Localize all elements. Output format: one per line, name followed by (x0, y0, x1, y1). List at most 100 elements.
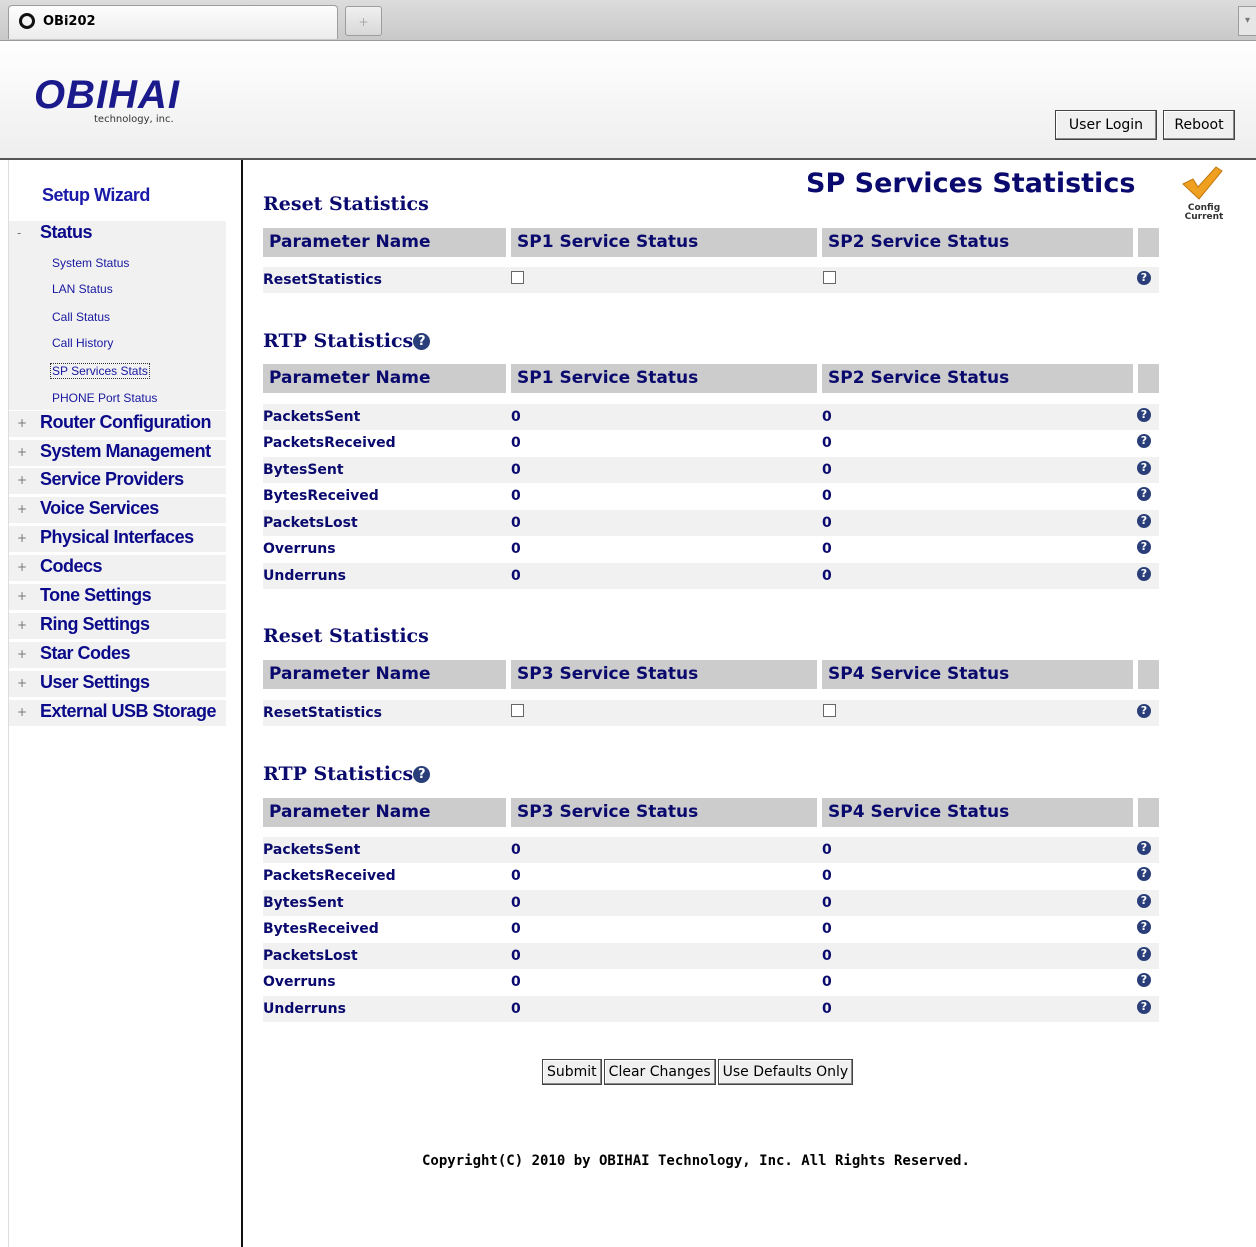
sidebar-item-ring-settings[interactable]: + Ring Settings (9, 613, 226, 639)
sp4-value: 0 (822, 974, 832, 990)
sidebar-item-physical-interfaces[interactable]: + Physical Interfaces (9, 526, 226, 552)
column-header: Parameter Name (263, 660, 506, 689)
sp1-value: 0 (511, 462, 521, 478)
sp3-value: 0 (511, 974, 521, 990)
sidebar-item-label[interactable]: User Settings (40, 672, 150, 693)
table-row: PacketsSent 0 0 ? (263, 404, 1159, 430)
tab-scroll-button[interactable]: ▾ (1238, 6, 1256, 36)
table-row: BytesReceived 0 0 ? (263, 483, 1159, 509)
sp2-value: 0 (822, 515, 832, 531)
sp3-value: 0 (511, 948, 521, 964)
help-icon[interactable]: ? (1137, 704, 1151, 718)
status-submenu: System Status LAN Status Call Status Cal… (9, 246, 226, 410)
sidebar-item-label[interactable]: Router Configuration (40, 412, 211, 433)
sidebar-item-codecs[interactable]: + Codecs (9, 555, 226, 581)
sidebar-item-router-configuration[interactable]: + Router Configuration (9, 411, 226, 437)
sp1-value: 0 (511, 409, 521, 425)
help-icon[interactable]: ? (1137, 271, 1151, 285)
help-icon[interactable]: ? (413, 766, 431, 783)
reset-checkbox-sp3[interactable] (511, 704, 524, 717)
help-icon[interactable]: ? (1137, 1000, 1151, 1014)
help-icon[interactable]: ? (1137, 514, 1151, 528)
sidebar-item-tone-settings[interactable]: + Tone Settings (9, 584, 226, 610)
parameter-name: BytesReceived (263, 488, 379, 504)
submit-button[interactable]: Submit (542, 1059, 602, 1085)
browser-tab[interactable]: OBi202 (8, 5, 338, 39)
help-icon[interactable]: ? (1137, 434, 1151, 448)
expand-icon[interactable]: + (17, 618, 27, 632)
table-row: PacketsSent 0 0 ? (263, 837, 1159, 863)
clear-changes-button[interactable]: Clear Changes (603, 1059, 716, 1085)
help-icon[interactable]: ? (1137, 487, 1151, 501)
expand-icon[interactable]: + (17, 676, 27, 690)
expand-icon[interactable]: + (17, 473, 27, 487)
section-title-text: RTP Statistics (263, 330, 414, 352)
sidebar-item-label[interactable]: Physical Interfaces (40, 527, 194, 548)
parameter-name: PacketsLost (263, 948, 358, 964)
user-login-button[interactable]: User Login (1055, 110, 1157, 140)
section-title-rtp-1: RTP Statistics? (263, 330, 431, 352)
reset-checkbox-sp1[interactable] (511, 271, 524, 284)
expand-icon[interactable]: + (17, 705, 27, 719)
reset-checkbox-sp4[interactable] (823, 704, 836, 717)
column-header: SP1 Service Status (511, 228, 817, 257)
expand-icon[interactable]: + (17, 560, 27, 574)
help-icon[interactable]: ? (1137, 920, 1151, 934)
help-icon[interactable]: ? (1137, 894, 1151, 908)
sidebar-item-label[interactable]: Status (40, 222, 93, 243)
sidebar-link-phone-port-status[interactable]: PHONE Port Status (52, 391, 157, 405)
table-row: Underruns 0 0 ? (263, 996, 1159, 1022)
collapse-icon[interactable]: - (17, 226, 27, 240)
sidebar-item-label[interactable]: System Management (40, 441, 211, 462)
sidebar-item-label[interactable]: Star Codes (40, 643, 131, 664)
help-icon[interactable]: ? (1137, 947, 1151, 961)
sidebar-link-lan-status[interactable]: LAN Status (52, 282, 113, 296)
expand-icon[interactable]: + (17, 531, 27, 545)
new-tab-button[interactable]: + (345, 6, 382, 36)
column-header: Parameter Name (263, 798, 506, 827)
help-icon[interactable]: ? (1137, 461, 1151, 475)
expand-icon[interactable]: + (17, 416, 27, 430)
help-icon[interactable]: ? (1137, 540, 1151, 554)
sidebar-item-status[interactable]: - Status (9, 221, 226, 247)
expand-icon[interactable]: + (17, 445, 27, 459)
help-icon[interactable]: ? (1137, 567, 1151, 581)
sidebar-item-label[interactable]: Ring Settings (40, 614, 150, 635)
use-defaults-button[interactable]: Use Defaults Only (717, 1059, 854, 1085)
help-icon[interactable]: ? (413, 333, 431, 350)
help-icon[interactable]: ? (1137, 867, 1151, 881)
sp1-value: 0 (511, 568, 521, 584)
sidebar-link-call-status[interactable]: Call Status (52, 310, 110, 324)
sidebar-item-external-usb-storage[interactable]: + External USB Storage (9, 700, 226, 726)
sidebar-item-label[interactable]: External USB Storage (40, 701, 217, 722)
sidebar-item-label[interactable]: Tone Settings (40, 585, 152, 606)
parameter-name: PacketsLost (263, 515, 358, 531)
sidebar-item-voice-services[interactable]: + Voice Services (9, 497, 226, 523)
sp3-value: 0 (511, 895, 521, 911)
sidebar-item-label[interactable]: Codecs (40, 556, 103, 577)
expand-icon[interactable]: + (17, 589, 27, 603)
sidebar-link-call-history[interactable]: Call History (52, 336, 113, 350)
expand-icon[interactable]: + (17, 502, 27, 516)
reboot-button[interactable]: Reboot (1163, 110, 1235, 140)
sidebar-item-system-management[interactable]: + System Management (9, 440, 226, 466)
sidebar-link-sp-services-stats[interactable]: SP Services Stats (50, 363, 150, 379)
sidebar-item-user-settings[interactable]: + User Settings (9, 671, 226, 697)
column-header: SP2 Service Status (822, 364, 1133, 393)
reset-checkbox-sp2[interactable] (823, 271, 836, 284)
sidebar-item-label[interactable]: Voice Services (40, 498, 159, 519)
setup-wizard-link[interactable]: Setup Wizard (42, 185, 150, 206)
page-header: OBIHAI technology, inc. User Login Reboo… (0, 41, 1256, 160)
sidebar-item-label[interactable]: Service Providers (40, 469, 184, 490)
sidebar-link-system-status[interactable]: System Status (52, 256, 129, 270)
parameter-name: Overruns (263, 974, 336, 990)
expand-icon[interactable]: + (17, 647, 27, 661)
sidebar-item-service-providers[interactable]: + Service Providers (9, 468, 226, 494)
sp2-value: 0 (822, 488, 832, 504)
sp4-value: 0 (822, 921, 832, 937)
sidebar-item-star-codes[interactable]: + Star Codes (9, 642, 226, 668)
help-icon[interactable]: ? (1137, 841, 1151, 855)
help-icon[interactable]: ? (1137, 408, 1151, 422)
column-header (1138, 660, 1159, 689)
help-icon[interactable]: ? (1137, 973, 1151, 987)
